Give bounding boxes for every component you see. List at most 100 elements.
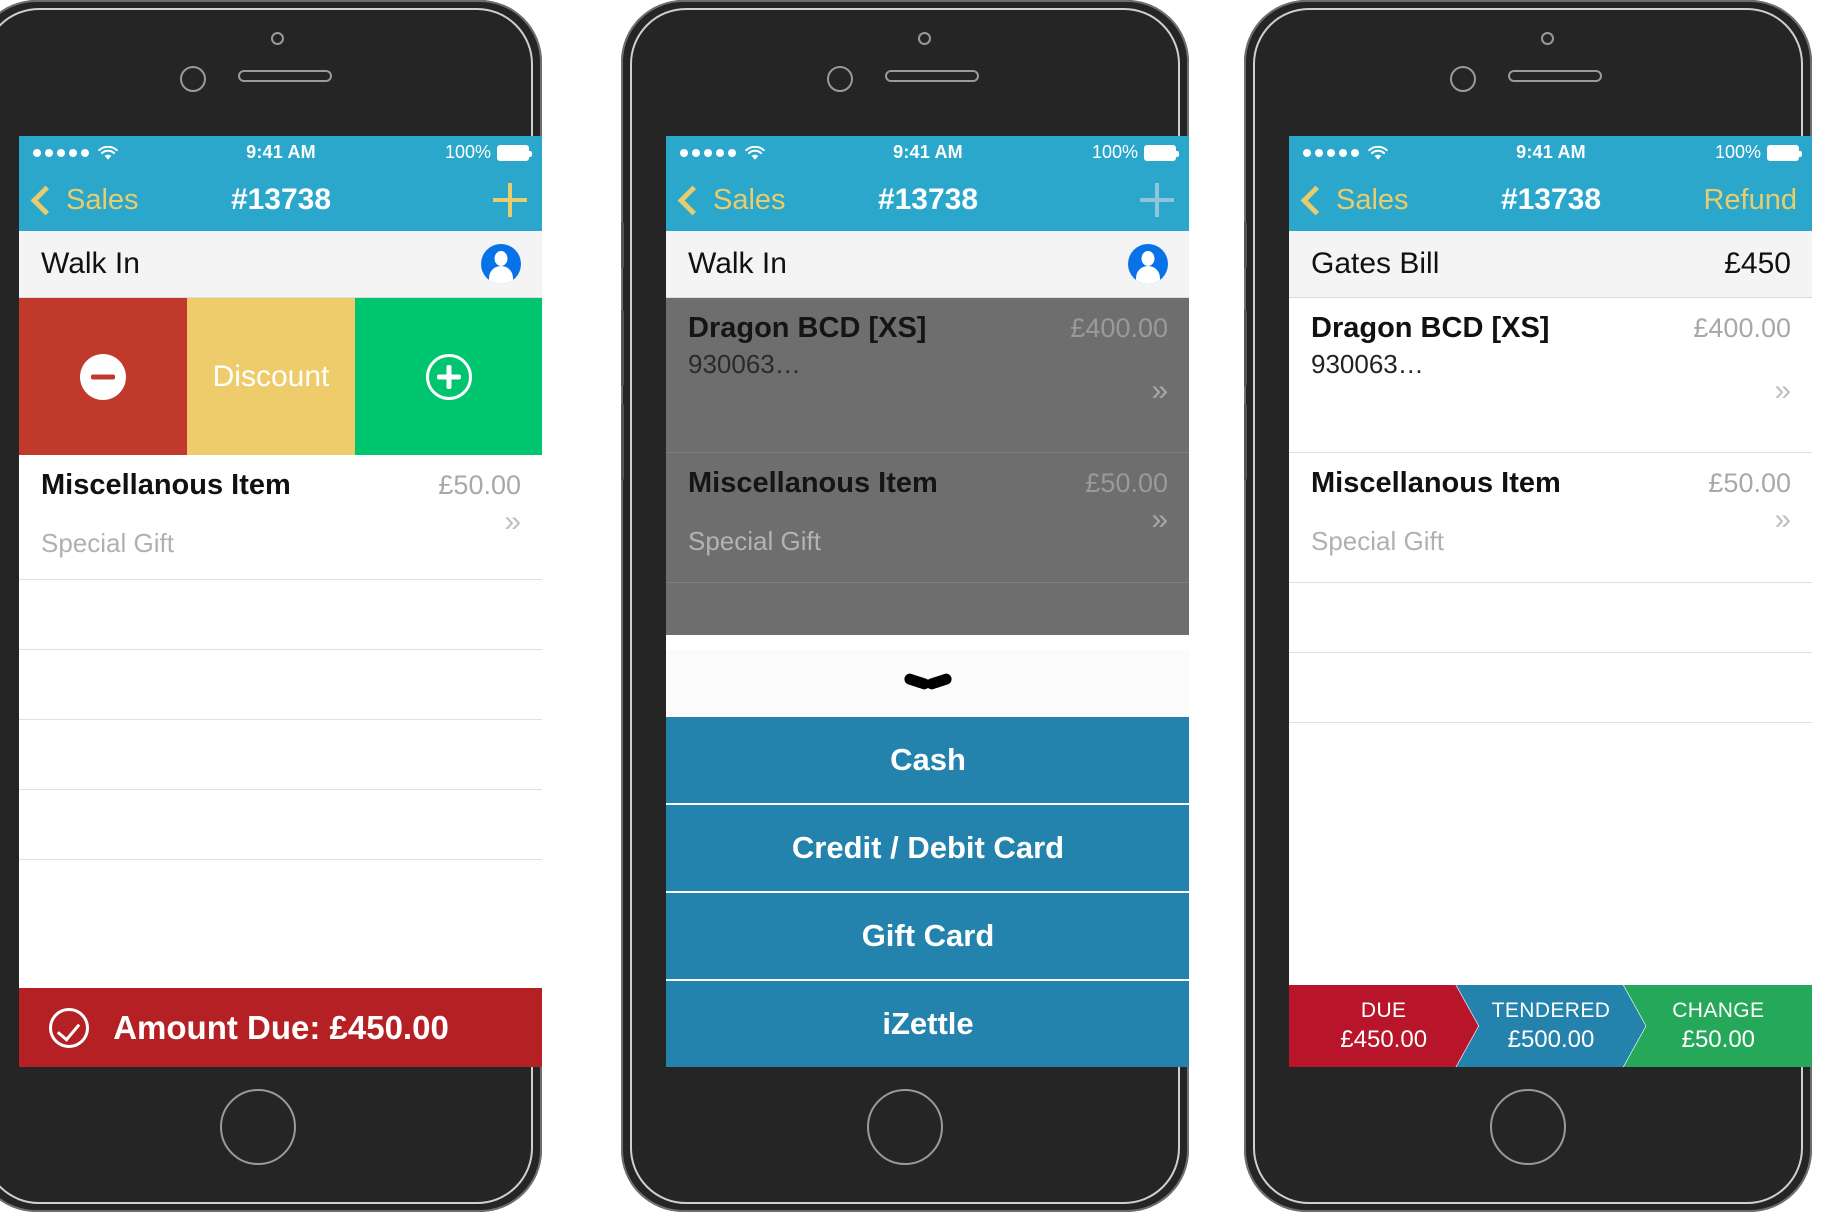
check-circle-icon: [49, 1007, 89, 1048]
battery-percent-label: 100%: [1714, 142, 1761, 162]
front-camera-icon: [180, 66, 206, 92]
home-button[interactable]: [220, 1089, 296, 1165]
chevron-double-right-icon[interactable]: »: [1774, 505, 1791, 535]
chevron-double-right-icon[interactable]: »: [1774, 376, 1791, 406]
table-row[interactable]: Miscellanous Item £50.00 Special Gift »: [666, 453, 1189, 583]
phone1-screen: 9:41 AM 100% Sales #13738 Walk In Discou…: [19, 136, 542, 1067]
line-items-list: Dragon BCD [XS] £400.00 930063… » Miscel…: [666, 298, 1189, 635]
back-button[interactable]: Sales: [30, 184, 139, 217]
plus-icon[interactable]: [1140, 183, 1174, 217]
volume-down-button[interactable]: [1244, 404, 1247, 480]
total-due-segment: DUE £450.00: [1289, 985, 1479, 1067]
payment-option-gift-card[interactable]: Gift Card: [666, 891, 1189, 979]
back-button-label: Sales: [1336, 183, 1409, 216]
line-item-price: £400.00: [1070, 313, 1168, 343]
chevron-double-right-icon[interactable]: »: [1151, 376, 1168, 406]
table-row[interactable]: Dragon BCD [XS] £400.00 930063… »: [1289, 298, 1812, 453]
chevron-double-right-icon[interactable]: »: [1151, 505, 1168, 535]
line-item-header: Miscellanous Item £50.00: [41, 469, 521, 502]
table-row[interactable]: Dragon BCD [XS] £400.00 930063… »: [666, 298, 1189, 453]
empty-list-row: [1289, 583, 1812, 653]
person-avatar-icon[interactable]: [1128, 244, 1168, 284]
volume-down-button[interactable]: [621, 404, 624, 480]
battery-percent-label: 100%: [1091, 142, 1138, 162]
swipe-action-row: Discount: [19, 298, 542, 455]
volume-up-button[interactable]: [1244, 310, 1247, 386]
customer-row[interactable]: Walk In: [19, 231, 542, 298]
line-item-sku: 930063…: [688, 349, 801, 379]
empty-list-row: [19, 580, 542, 650]
line-item-header: Miscellanous Item £50.00: [1311, 467, 1791, 500]
table-row[interactable]: Miscellanous Item £50.00 Special Gift »: [1289, 453, 1812, 583]
discount-button[interactable]: Discount: [187, 298, 355, 455]
home-button[interactable]: [1490, 1089, 1566, 1165]
customer-total-amount: £450: [1724, 247, 1791, 280]
chevron-left-icon: [1300, 185, 1331, 215]
totals-summary-bar: DUE £450.00 TENDERED £500.00 CHANGE £50.…: [1289, 985, 1812, 1067]
total-change-segment: CHANGE £50.00: [1623, 985, 1812, 1067]
list-dim-overlay: [666, 583, 1189, 635]
customer-row[interactable]: Gates Bill £450: [1289, 231, 1812, 298]
total-due-label: DUE: [1360, 998, 1407, 1022]
empty-list-row: [19, 790, 542, 860]
phone-mockup-2: 9:41 AM 100% Sales #13738 Walk In Dragon…: [621, 0, 1189, 1212]
battery-full-icon: [497, 144, 532, 161]
status-bar: 9:41 AM 100%: [19, 136, 542, 169]
battery-percent-label: 100%: [444, 142, 491, 162]
silent-switch[interactable]: [621, 222, 624, 268]
home-button[interactable]: [867, 1089, 943, 1165]
customer-name: Gates Bill: [1311, 247, 1440, 280]
silent-switch[interactable]: [1244, 222, 1247, 268]
line-item-price: £50.00: [438, 470, 521, 500]
chevron-down-handle-icon: [908, 676, 948, 690]
plus-icon[interactable]: [493, 183, 527, 217]
battery-full-icon: [1144, 144, 1179, 161]
chevron-left-icon: [677, 185, 708, 215]
screenshot-stage: 9:41 AM 100% Sales #13738 Walk In Discou…: [0, 0, 1840, 1212]
line-items-list: Miscellanous Item £50.00 Special Gift »: [19, 455, 542, 860]
person-avatar-icon[interactable]: [481, 244, 521, 284]
payment-option-izettle[interactable]: iZettle: [666, 979, 1189, 1067]
line-items-list: Dragon BCD [XS] £400.00 930063… » Miscel…: [1289, 298, 1812, 723]
discount-button-label: Discount: [212, 359, 330, 393]
battery-full-icon: [1767, 144, 1802, 161]
payment-option-credit-debit-card[interactable]: Credit / Debit Card: [666, 803, 1189, 891]
customer-row[interactable]: Walk In: [666, 231, 1189, 298]
line-item-price: £400.00: [1693, 313, 1791, 343]
payment-option-cash[interactable]: Cash: [666, 715, 1189, 803]
sheet-drag-handle[interactable]: [666, 650, 1189, 715]
increase-quantity-button[interactable]: [355, 298, 542, 455]
line-item-price: £50.00: [1085, 468, 1168, 498]
line-item-header: Dragon BCD [XS] £400.00: [1311, 312, 1791, 345]
phone-mockup-3: 9:41 AM 100% Sales #13738 Refund Gates B…: [1244, 0, 1812, 1212]
earpiece-speaker: [1508, 70, 1602, 82]
phone-mockup-1: 9:41 AM 100% Sales #13738 Walk In Discou…: [0, 0, 542, 1212]
amount-due-footer[interactable]: Amount Due: £450.00: [19, 988, 542, 1067]
back-button[interactable]: Sales: [677, 184, 786, 217]
phone3-screen: 9:41 AM 100% Sales #13738 Refund Gates B…: [1289, 136, 1812, 1067]
back-button[interactable]: Sales: [1300, 183, 1409, 217]
status-bar: 9:41 AM 100%: [1289, 136, 1812, 169]
nav-bar: Sales #13738 Refund: [1289, 169, 1812, 231]
empty-list-row: [1289, 653, 1812, 723]
total-tendered-value: £500.00: [1507, 1025, 1595, 1053]
amount-due-label: Amount Due: £450.00: [113, 1008, 449, 1046]
nav-bar: Sales #13738: [666, 169, 1189, 231]
decrease-quantity-button[interactable]: [19, 298, 187, 455]
payment-options-sheet: Cash Credit / Debit Card Gift Card iZett…: [666, 650, 1189, 1067]
line-item-name: Miscellanous Item: [41, 469, 291, 501]
chevron-double-right-icon[interactable]: »: [504, 507, 521, 537]
status-bar-right: 100%: [444, 142, 532, 163]
volume-up-button[interactable]: [621, 310, 624, 386]
line-item-note: Special Gift: [688, 526, 821, 556]
line-item-sku: 930063…: [1311, 349, 1424, 379]
total-tendered-label: TENDERED: [1491, 998, 1611, 1022]
status-bar-right: 100%: [1714, 142, 1802, 163]
refund-button[interactable]: Refund: [1703, 184, 1797, 217]
status-bar: 9:41 AM 100%: [666, 136, 1189, 169]
table-row[interactable]: Miscellanous Item £50.00 Special Gift »: [19, 455, 542, 580]
phone2-screen: 9:41 AM 100% Sales #13738 Walk In Dragon…: [666, 136, 1189, 1067]
proximity-sensor-icon: [918, 32, 931, 45]
total-tendered-segment: TENDERED £500.00: [1456, 985, 1646, 1067]
line-item-name: Miscellanous Item: [688, 467, 938, 499]
